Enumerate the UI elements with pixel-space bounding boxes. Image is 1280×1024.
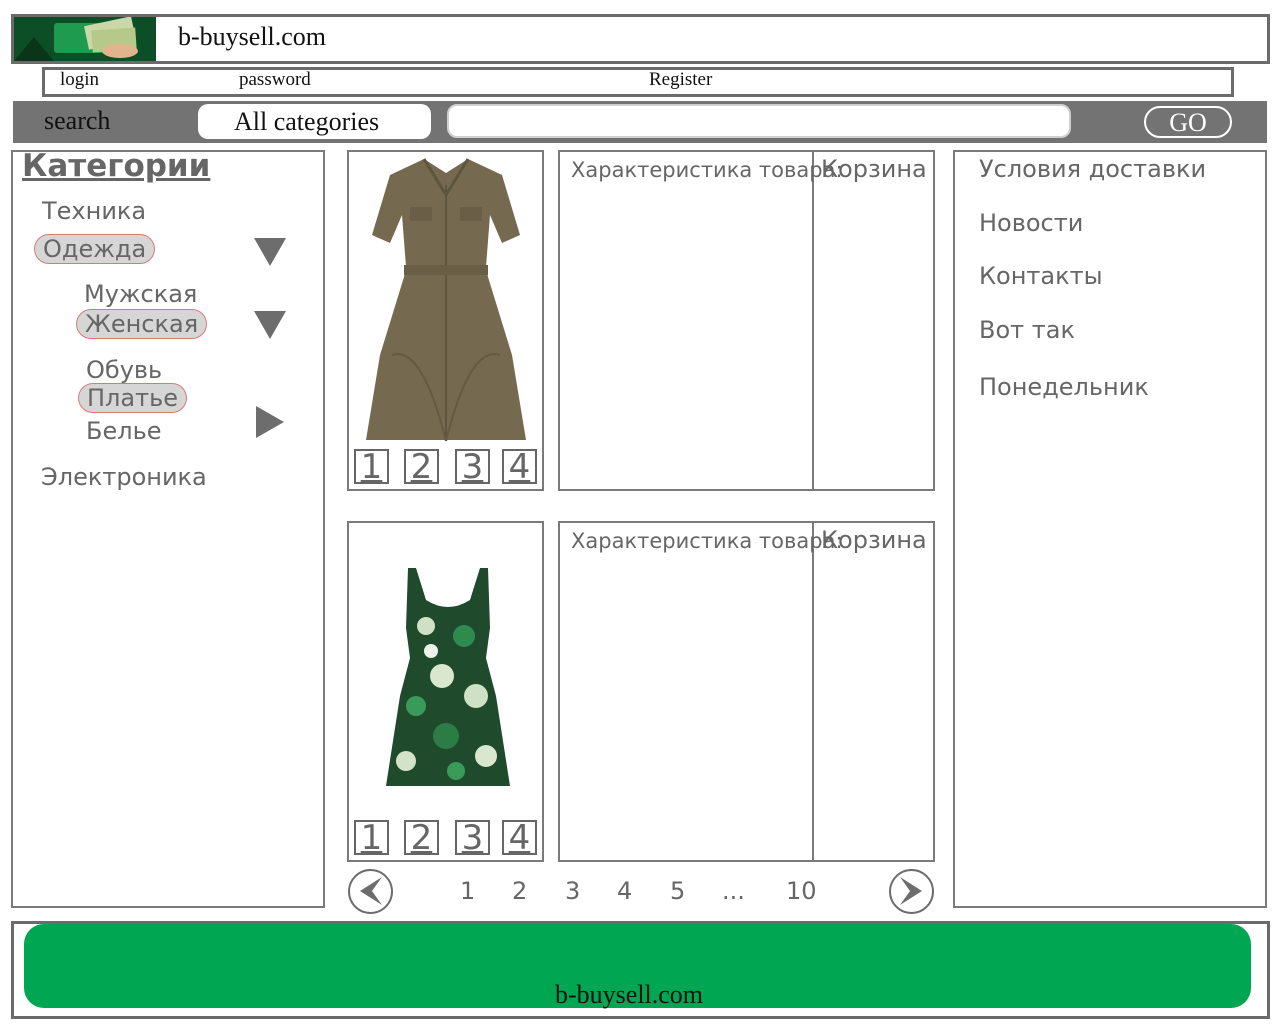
product-description-title: Характеристика товара: — [571, 158, 843, 182]
thumb-button-3[interactable]: 3 — [455, 820, 490, 855]
login-bar — [42, 67, 1234, 97]
next-page-button[interactable] — [889, 869, 934, 914]
arrow-right-icon — [900, 877, 922, 905]
password-link[interactable]: password — [239, 69, 311, 91]
divider — [812, 521, 814, 862]
info-link-monday[interactable]: Понедельник — [979, 373, 1149, 401]
chevron-down-icon[interactable] — [254, 311, 286, 339]
page-link-10[interactable]: 10 — [786, 877, 817, 905]
divider — [812, 150, 814, 491]
category-muzhskaya[interactable]: Мужская — [84, 280, 197, 308]
info-link-delivery[interactable]: Условия доставки — [979, 155, 1206, 183]
product-description-title: Характеристика товара: — [571, 529, 843, 553]
thumb-button-3[interactable]: 3 — [455, 449, 490, 484]
thumb-button-4[interactable]: 4 — [502, 820, 537, 855]
category-belye[interactable]: Белье — [86, 417, 161, 445]
page-link-1[interactable]: 1 — [460, 877, 475, 905]
category-zhenskaya[interactable]: Женская — [76, 309, 208, 339]
chevron-down-icon[interactable] — [254, 238, 286, 266]
thumb-button-1[interactable]: 1 — [354, 449, 389, 484]
product-image-floral-dress[interactable] — [386, 566, 510, 792]
info-link-news[interactable]: Новости — [979, 209, 1083, 237]
search-label: search — [44, 106, 111, 135]
register-link[interactable]: Register — [649, 69, 712, 91]
login-link[interactable]: login — [60, 69, 99, 91]
go-button[interactable]: GO — [1144, 106, 1232, 138]
categories-title: Категории — [22, 148, 211, 184]
page-ellipsis: ... — [722, 877, 745, 905]
category-elektronika[interactable]: Электроника — [41, 463, 207, 491]
thumb-button-4[interactable]: 4 — [502, 449, 537, 484]
money-icon — [14, 17, 156, 61]
cart-title[interactable]: Корзина — [821, 155, 927, 183]
search-input[interactable] — [447, 104, 1071, 138]
site-logo[interactable] — [14, 17, 156, 61]
category-odezhda[interactable]: Одежда — [34, 234, 156, 264]
category-select[interactable]: All categories — [198, 104, 431, 139]
category-tehnika[interactable]: Техника — [42, 197, 146, 225]
thumb-button-2[interactable]: 2 — [404, 820, 439, 855]
prev-page-button[interactable] — [348, 869, 393, 914]
category-platye[interactable]: Платье — [78, 383, 187, 413]
product-description-box — [558, 150, 935, 491]
product-description-box — [558, 521, 935, 862]
info-link-contacts[interactable]: Контакты — [979, 262, 1103, 290]
thumb-button-2[interactable]: 2 — [404, 449, 439, 484]
page-link-3[interactable]: 3 — [565, 877, 580, 905]
info-link-vot-tak[interactable]: Вот так — [979, 316, 1075, 344]
chevron-right-icon[interactable] — [256, 406, 284, 438]
site-title[interactable]: b-buysell.com — [178, 22, 326, 52]
page-link-2[interactable]: 2 — [512, 877, 527, 905]
footer-site-title: b-buysell.com — [555, 980, 704, 1009]
product-image-khaki-dress[interactable] — [362, 155, 530, 445]
page-link-5[interactable]: 5 — [670, 877, 685, 905]
cart-title[interactable]: Корзина — [821, 526, 927, 554]
category-obuv[interactable]: Обувь — [86, 356, 162, 384]
thumb-button-1[interactable]: 1 — [354, 820, 389, 855]
page-link-4[interactable]: 4 — [617, 877, 632, 905]
arrow-left-icon — [360, 877, 382, 905]
